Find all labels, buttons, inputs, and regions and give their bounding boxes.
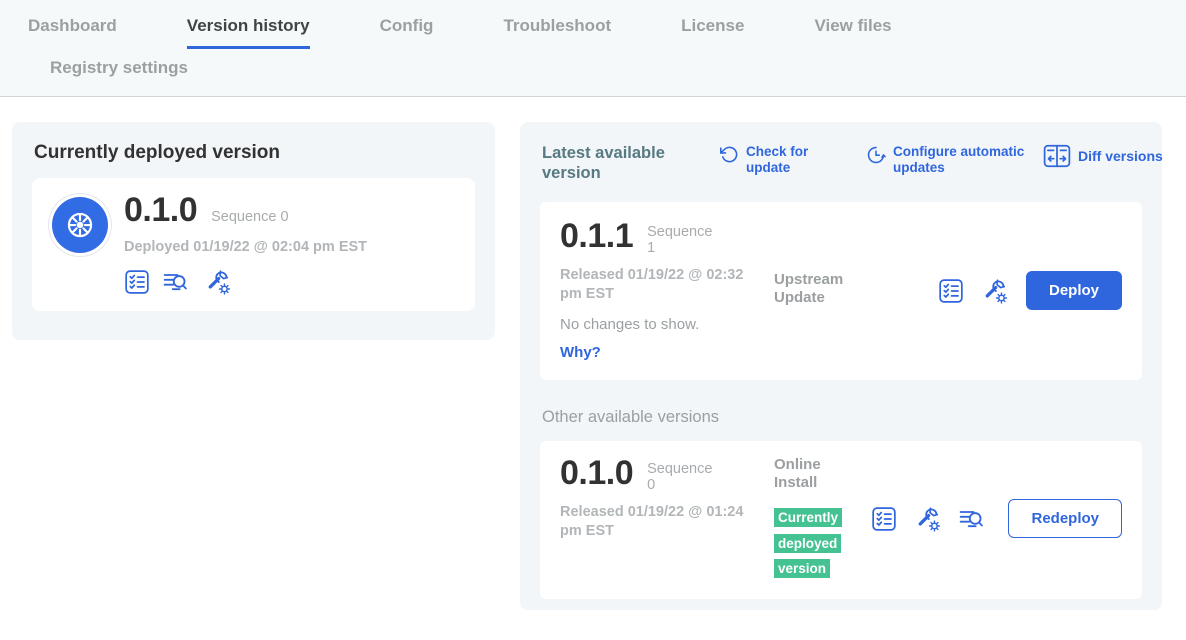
latest-available-header: Latest available version Check for updat… xyxy=(540,142,1142,184)
checklist-icon[interactable] xyxy=(124,269,150,295)
tab-registry-settings[interactable]: Registry settings xyxy=(50,58,188,90)
current-version-details: 0.1.0 Sequence 0 Deployed 01/19/22 @ 02:… xyxy=(124,193,367,296)
latest-version-number: 0.1.1 xyxy=(560,219,633,255)
diff-versions-label: Diff versions xyxy=(1078,148,1163,165)
tab-troubleshoot[interactable]: Troubleshoot xyxy=(503,16,611,49)
latest-version-source-col: Upstream Update xyxy=(774,219,866,309)
checklist-icon[interactable] xyxy=(871,506,897,532)
status-badge-wrap: Currently deployed version xyxy=(774,505,844,582)
latest-version-actions: Deploy xyxy=(938,271,1122,310)
redeploy-button[interactable]: Redeploy xyxy=(1008,499,1122,538)
diff-versions-link[interactable]: Diff versions xyxy=(1043,144,1163,168)
wrench-gear-icon[interactable] xyxy=(204,268,232,296)
current-version-actions xyxy=(124,268,367,296)
kubernetes-wheel-icon xyxy=(52,197,108,253)
other-versions-heading: Other available versions xyxy=(542,408,1142,427)
currently-deployed-title: Currently deployed version xyxy=(34,142,473,164)
latest-version-details: 0.1.1 Sequence 1 Released 01/19/22 @ 02:… xyxy=(560,219,768,362)
other-version-details: 0.1.0 Sequence 0 Released 01/19/22 @ 01:… xyxy=(560,456,768,541)
version-source-label: Upstream Update xyxy=(774,271,866,309)
deployed-timestamp: Deployed 01/19/22 @ 02:04 pm EST xyxy=(124,238,367,257)
diff-icon xyxy=(1043,144,1071,168)
nav-row-2: Registry settings xyxy=(0,49,1186,78)
configure-auto-updates-label: Configure automatic updates xyxy=(893,144,1043,176)
tab-config[interactable]: Config xyxy=(380,16,434,49)
nav-row-1: Dashboard Version history Config Trouble… xyxy=(0,0,1186,49)
checklist-icon[interactable] xyxy=(938,278,964,304)
currently-deployed-panel: Currently deployed version 0.1.0 Sequenc… xyxy=(12,122,495,340)
latest-available-title: Latest available version xyxy=(542,144,692,184)
refresh-arrow-icon xyxy=(720,144,739,165)
tab-version-history[interactable]: Version history xyxy=(187,16,310,49)
tab-view-files[interactable]: View files xyxy=(814,16,891,49)
configure-auto-updates-link[interactable]: Configure automatic updates xyxy=(866,144,1043,176)
tab-dashboard[interactable]: Dashboard xyxy=(28,16,117,49)
check-for-update-label: Check for update xyxy=(746,144,818,176)
current-version-sequence: Sequence 0 xyxy=(211,209,288,225)
currently-deployed-badge: Currently deployed version xyxy=(774,508,842,578)
other-version-actions: Redeploy xyxy=(871,499,1122,538)
released-timestamp: Released 01/19/22 @ 01:24 pm EST xyxy=(560,503,755,541)
list-search-icon[interactable] xyxy=(163,270,191,294)
latest-version-sequence: Sequence 1 xyxy=(647,224,717,257)
deploy-button[interactable]: Deploy xyxy=(1026,271,1122,310)
current-version-number: 0.1.0 xyxy=(124,193,197,229)
other-version-sequence: Sequence 0 xyxy=(647,461,717,494)
auto-update-clock-icon xyxy=(866,144,886,166)
top-navigation: Dashboard Version history Config Trouble… xyxy=(0,0,1186,97)
other-version-source-col: Online Install Currently deployed versio… xyxy=(774,456,866,582)
tab-license[interactable]: License xyxy=(681,16,744,49)
list-search-icon[interactable] xyxy=(959,507,987,531)
other-version-card: 0.1.0 Sequence 0 Released 01/19/22 @ 01:… xyxy=(540,441,1142,599)
latest-version-card: 0.1.1 Sequence 1 Released 01/19/22 @ 02:… xyxy=(540,202,1142,380)
why-link[interactable]: Why? xyxy=(560,344,601,361)
check-for-update-link[interactable]: Check for update xyxy=(720,144,818,176)
current-version-card: 0.1.0 Sequence 0 Deployed 01/19/22 @ 02:… xyxy=(32,178,475,311)
wrench-gear-icon[interactable] xyxy=(914,505,942,533)
released-timestamp: Released 01/19/22 @ 02:32 pm EST xyxy=(560,266,755,304)
wrench-gear-icon[interactable] xyxy=(981,277,1009,305)
other-version-number: 0.1.0 xyxy=(560,456,633,492)
available-versions-panel: Latest available version Check for updat… xyxy=(520,122,1162,610)
version-source-label: Online Install xyxy=(774,456,866,494)
no-changes-text: No changes to show. xyxy=(560,316,768,333)
